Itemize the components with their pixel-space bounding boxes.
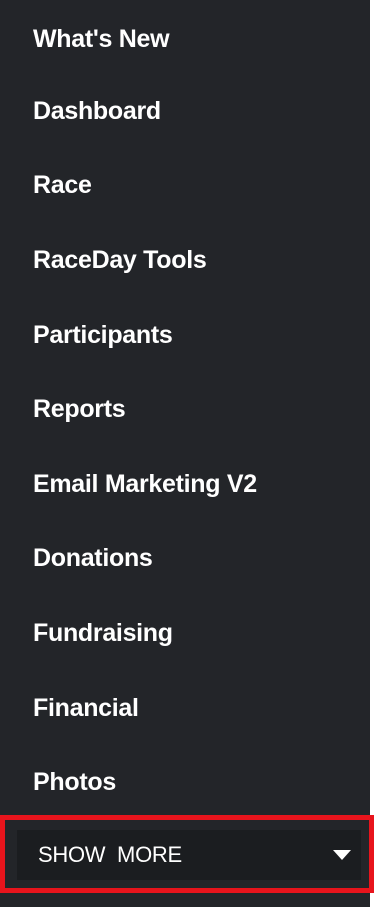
sidebar-item-label: What's New	[33, 24, 170, 53]
sidebar-item-race[interactable]: Race	[0, 149, 370, 224]
sidebar-nav: What's New Dashboard Race RaceDay Tools …	[0, 0, 374, 907]
sidebar-item-reports[interactable]: Reports	[0, 372, 370, 447]
show-more-highlight: SHOW MORE	[0, 815, 374, 893]
sidebar-item-whats-new[interactable]: What's New	[0, 4, 370, 74]
sidebar-item-label: Financial	[33, 693, 139, 722]
sidebar-item-label: Participants	[33, 320, 173, 349]
sidebar-item-email-marketing-v2[interactable]: Email Marketing V2	[0, 447, 370, 522]
sidebar-item-label: Fundraising	[33, 618, 173, 647]
sidebar-item-label: Photos	[33, 768, 116, 797]
show-more-button[interactable]: SHOW MORE	[17, 830, 361, 880]
sidebar-item-fundraising[interactable]: Fundraising	[0, 596, 370, 671]
sidebar-menu: What's New Dashboard Race RaceDay Tools …	[0, 0, 370, 820]
sidebar-item-label: Donations	[33, 544, 153, 573]
sidebar-item-photos[interactable]: Photos	[0, 745, 370, 820]
sidebar-item-donations[interactable]: Donations	[0, 522, 370, 597]
show-more-label: SHOW MORE	[38, 842, 182, 867]
sidebar-item-label: Reports	[33, 395, 126, 424]
sidebar-item-label: Email Marketing V2	[33, 469, 257, 498]
sidebar-item-label: Dashboard	[33, 96, 161, 125]
sidebar-item-financial[interactable]: Financial	[0, 671, 370, 746]
sidebar-item-participants[interactable]: Participants	[0, 298, 370, 373]
sidebar-item-label: RaceDay Tools	[33, 245, 207, 274]
sidebar-item-dashboard[interactable]: Dashboard	[0, 74, 370, 149]
sidebar-item-raceday-tools[interactable]: RaceDay Tools	[0, 223, 370, 298]
sidebar-item-label: Race	[33, 171, 92, 200]
caret-down-icon	[333, 850, 351, 860]
